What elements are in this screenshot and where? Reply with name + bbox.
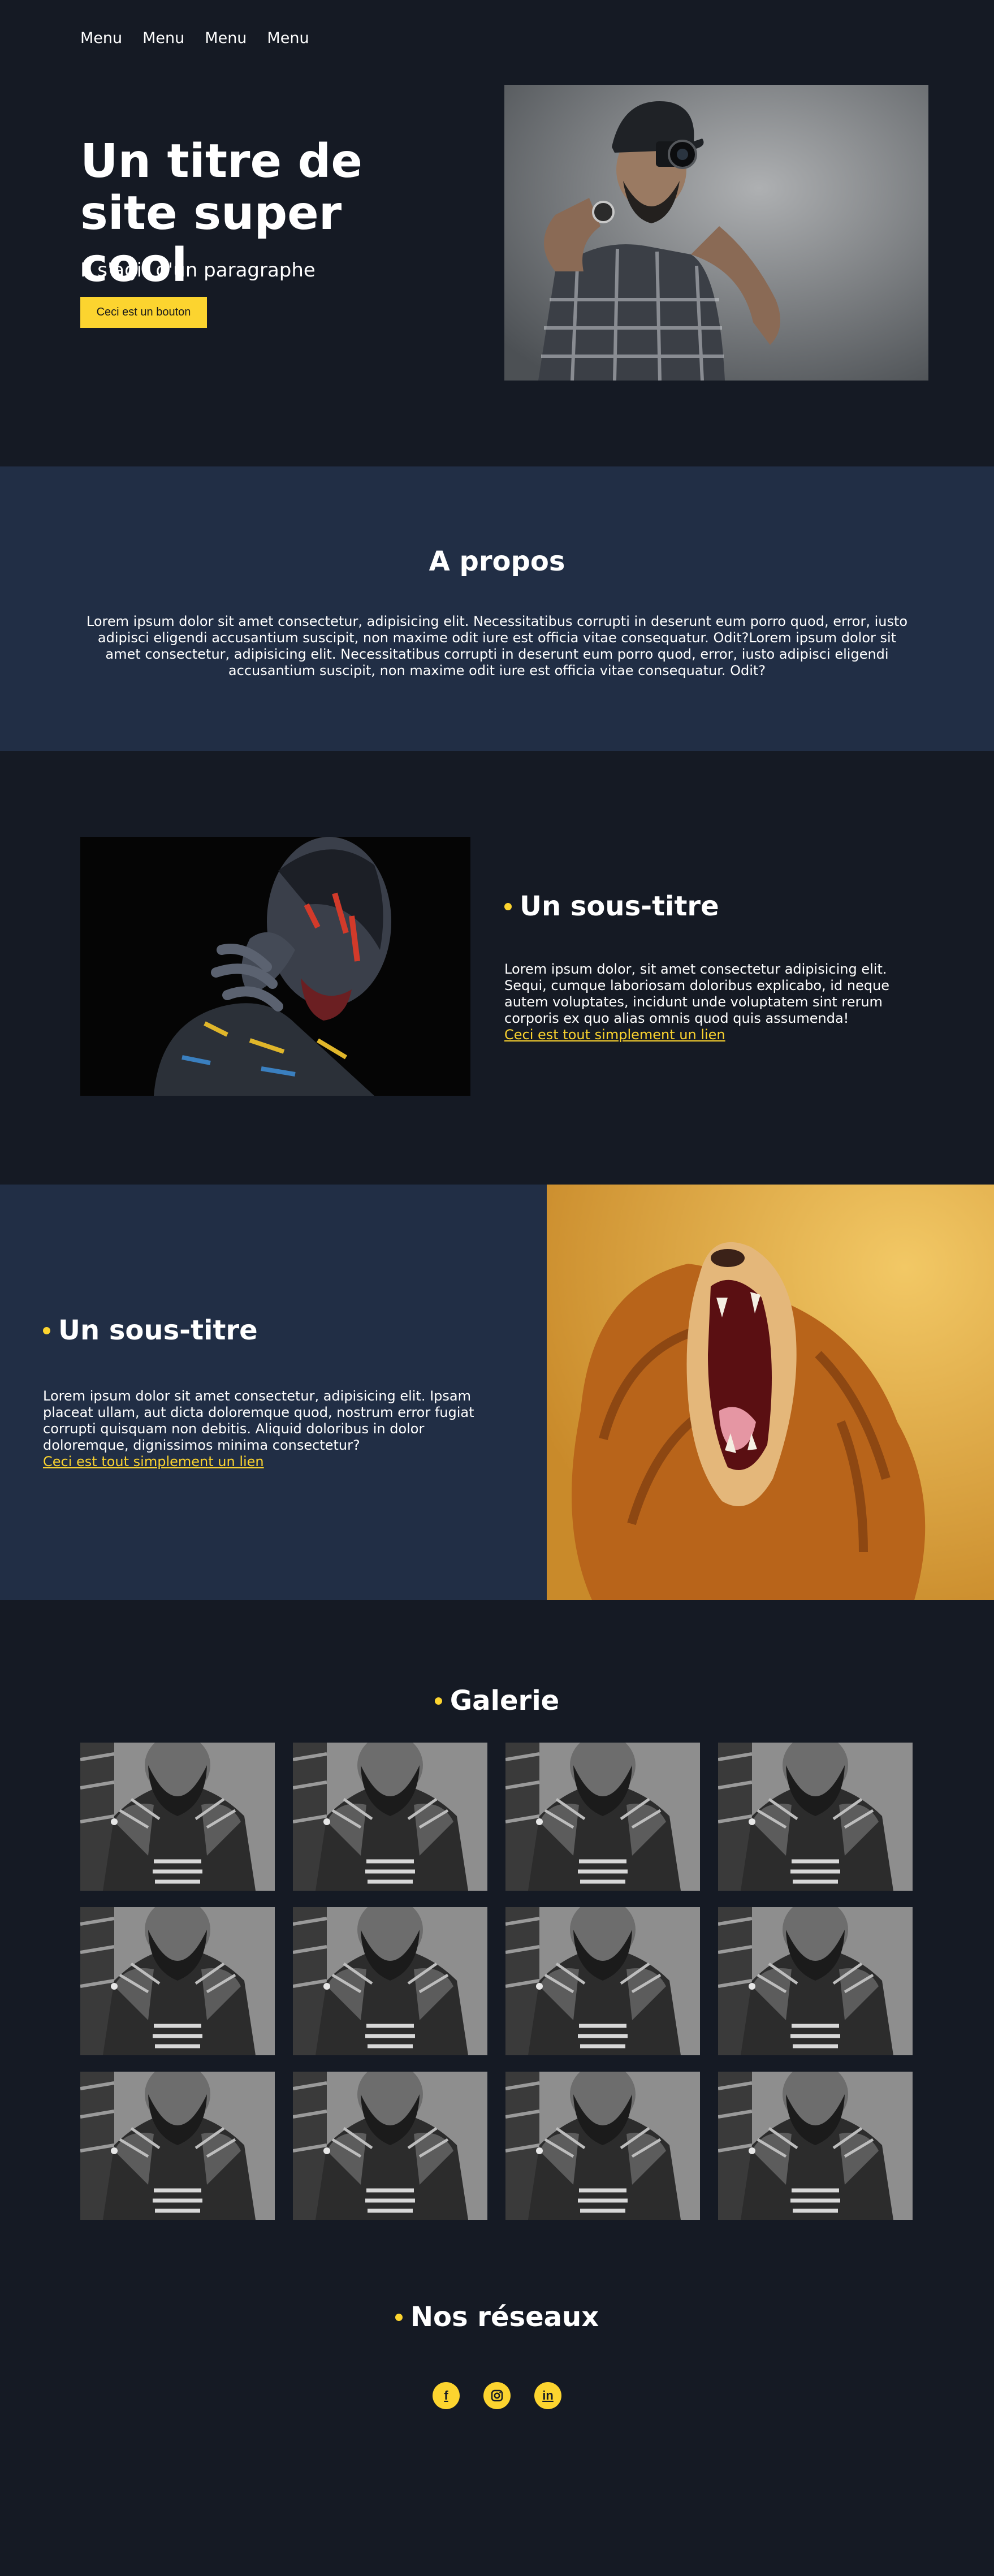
section2-text: Lorem ipsum dolor sit amet consectetur, … [43, 1388, 474, 1453]
section1-link[interactable]: Ceci est tout simplement un lien [504, 1027, 900, 1043]
hero-button[interactable]: Ceci est un bouton [80, 297, 207, 328]
about-section: A propos Lorem ipsum dolor sit amet cons… [0, 466, 994, 751]
facebook-icon[interactable]: f [433, 2382, 460, 2409]
social-title-text: Nos réseaux [410, 2301, 599, 2333]
gallery-image[interactable] [293, 1907, 487, 2055]
nav-menu-2[interactable]: Menu [142, 29, 184, 47]
nav-menu-4[interactable]: Menu [267, 29, 309, 47]
gallery-image[interactable] [293, 1743, 487, 1891]
gallery-image[interactable] [505, 2072, 700, 2220]
gallery-image[interactable] [718, 1743, 913, 1891]
hero-photographer-image [504, 85, 928, 381]
section2: Un sous-titre Lorem ipsum dolor sit amet… [0, 1185, 994, 1600]
gallery-image[interactable] [718, 1907, 913, 2055]
social-links: f in [0, 2382, 994, 2409]
about-title: A propos [429, 546, 565, 577]
section2-link[interactable]: Ceci est tout simplement un lien [43, 1454, 484, 1470]
gallery-image[interactable] [505, 1743, 700, 1891]
gallery-image[interactable] [80, 1907, 275, 2055]
bullet-dot-icon [434, 1697, 442, 1705]
lion-image [547, 1185, 994, 1600]
social-title: Nos réseaux [0, 2301, 994, 2333]
section1-text: Lorem ipsum dolor, sit amet consectetur … [504, 961, 890, 1026]
instagram-icon[interactable] [483, 2382, 511, 2409]
about-text: Lorem ipsum dolor sit amet consectetur, … [86, 613, 908, 678]
painted-face-image [80, 837, 470, 1096]
gallery-image[interactable] [505, 1907, 700, 2055]
gallery-title: Galerie [0, 1685, 994, 1717]
section1-body: Lorem ipsum dolor, sit amet consectetur … [504, 961, 900, 1043]
bullet-dot-icon [395, 2313, 403, 2321]
nav-menu-1[interactable]: Menu [80, 29, 122, 47]
section1-title: Un sous-titre [504, 891, 719, 922]
section2-body: Lorem ipsum dolor sit amet consectetur, … [43, 1388, 484, 1470]
bullet-dot-icon [504, 902, 512, 910]
section2-panel: Un sous-titre Lorem ipsum dolor sit amet… [0, 1185, 547, 1600]
section2-title: Un sous-titre [43, 1315, 258, 1346]
gallery-image[interactable] [80, 2072, 275, 2220]
section2-title-text: Un sous-titre [58, 1315, 258, 1346]
nav-menu-3[interactable]: Menu [205, 29, 247, 47]
gallery-image[interactable] [80, 1743, 275, 1891]
gallery-image[interactable] [718, 2072, 913, 2220]
linkedin-icon[interactable]: in [534, 2382, 561, 2409]
gallery-image[interactable] [293, 2072, 487, 2220]
bullet-dot-icon [43, 1326, 50, 1334]
hero-paragraph: Il s'agit d'un paragraphe [80, 259, 316, 282]
section1-title-text: Un sous-titre [520, 891, 719, 922]
top-nav: Menu Menu Menu Menu [80, 29, 309, 47]
gallery-grid [80, 1743, 913, 2220]
gallery-title-text: Galerie [450, 1685, 560, 1717]
